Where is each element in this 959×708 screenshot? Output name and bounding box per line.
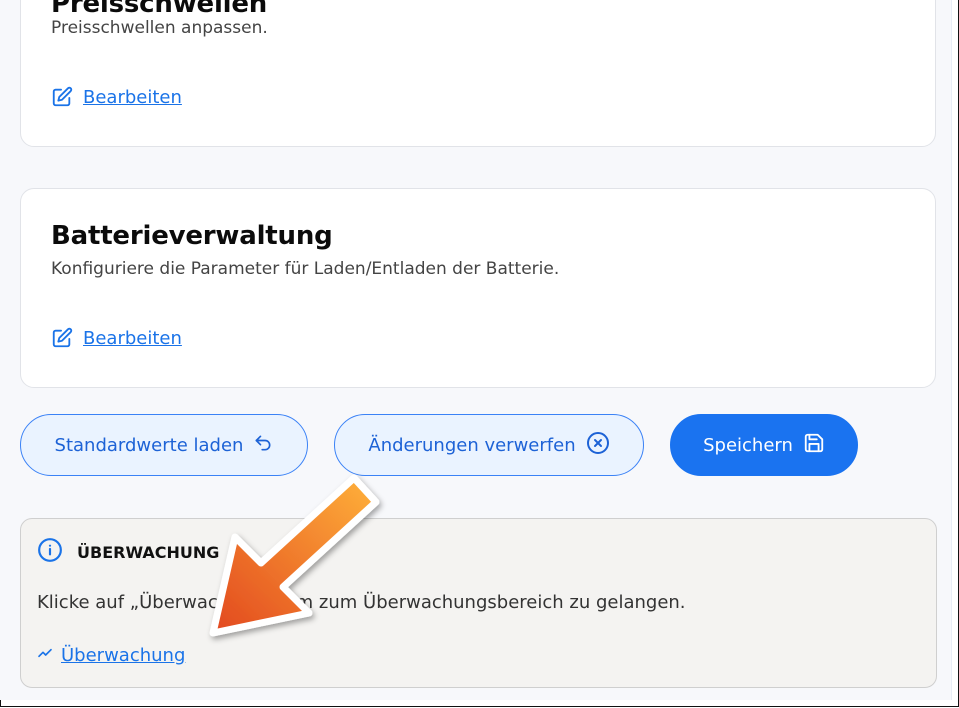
notice-title: ÜBERWACHUNG [77,542,220,562]
card-title: Preisschwellen [51,0,268,19]
edit-battery-management-link[interactable]: Bearbeiten [51,327,182,349]
monitoring-link-label: Überwachung [61,645,186,666]
edit-link-label: Bearbeiten [83,86,182,108]
edit-pencil-icon [51,327,73,349]
notice-header: ÜBERWACHUNG [37,537,219,567]
load-defaults-button[interactable]: Standardwerte laden [20,414,308,476]
monitoring-notice: ÜBERWACHUNG Klicke auf „Überwachung“, um… [20,518,937,688]
monitoring-link[interactable]: Überwachung [37,645,185,666]
button-label: Änderungen verwerfen [368,434,576,456]
info-circle-icon [37,537,63,567]
undo-arrow-icon [253,433,273,458]
edit-link-label: Bearbeiten [83,327,182,349]
save-button[interactable]: Speichern [670,414,858,476]
card-description: Preisschwellen anpassen. [51,18,268,38]
floppy-disk-icon [803,432,825,459]
discard-changes-button[interactable]: Änderungen verwerfen [334,414,644,476]
card-description: Konfiguriere die Parameter für Laden/Ent… [51,259,560,279]
edit-pencil-icon [51,86,73,108]
battery-management-card: Batterieverwaltung Konfiguriere die Para… [20,188,936,388]
button-label: Speichern [703,434,793,456]
edit-price-thresholds-link[interactable]: Bearbeiten [51,86,182,108]
button-label: Standardwerte laden [54,434,244,456]
trend-line-icon [37,645,53,666]
price-thresholds-card: Preisschwellen Preisschwellen anpassen. … [20,0,936,147]
card-title: Batterieverwaltung [51,221,333,251]
notice-text: Klicke auf „Überwachung“, um zum Überwac… [37,592,686,613]
settings-panel: Preisschwellen Preisschwellen anpassen. … [0,0,952,700]
x-circle-icon [586,431,610,460]
